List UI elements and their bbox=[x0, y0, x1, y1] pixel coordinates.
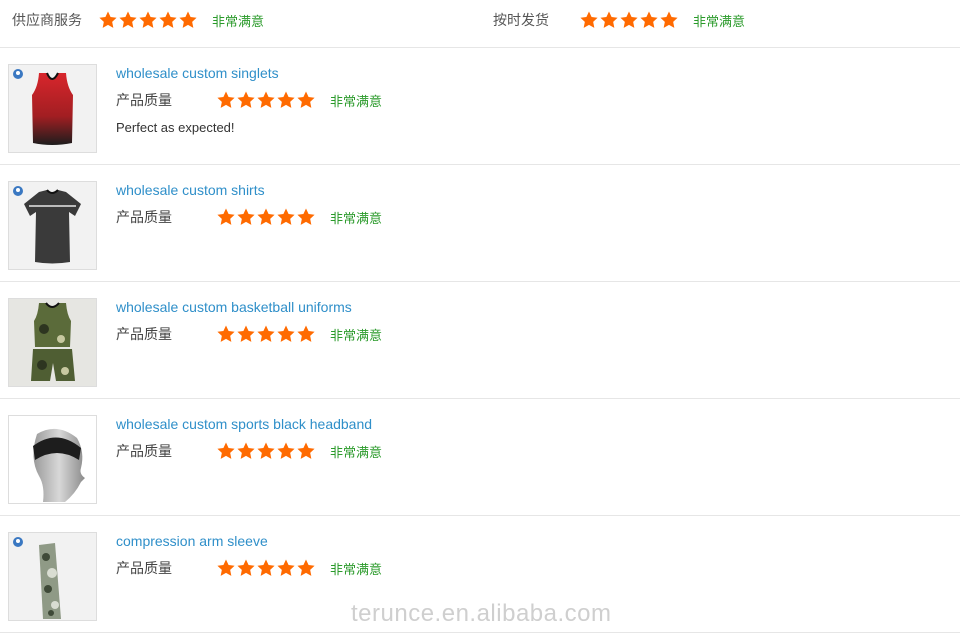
review-item: wholesale custom sports black headband 产… bbox=[0, 399, 960, 516]
rating-text: 非常满意 bbox=[693, 13, 746, 29]
star-icon bbox=[216, 324, 236, 344]
product-quality-rating: 产品质量 非常满意 bbox=[116, 558, 382, 578]
star-icon bbox=[276, 90, 296, 110]
product-thumbnail[interactable] bbox=[8, 181, 97, 270]
rating-text: 非常满意 bbox=[212, 13, 265, 29]
product-name-link[interactable]: wholesale custom basketball uniforms bbox=[116, 299, 352, 315]
on-time-delivery-rating: 按时发货 非常满意 bbox=[493, 10, 745, 30]
quality-label: 产品质量 bbox=[116, 92, 172, 108]
star-icon bbox=[276, 441, 296, 461]
star-rating bbox=[579, 10, 679, 30]
star-rating bbox=[216, 90, 316, 110]
rating-text: 非常满意 bbox=[330, 561, 383, 577]
star-icon bbox=[639, 10, 659, 30]
star-rating bbox=[216, 207, 316, 227]
star-icon bbox=[256, 90, 276, 110]
headband-image bbox=[9, 416, 96, 503]
product-quality-rating: 产品质量 非常满意 bbox=[116, 90, 382, 110]
star-icon bbox=[236, 441, 256, 461]
star-icon bbox=[276, 207, 296, 227]
quality-label: 产品质量 bbox=[116, 443, 172, 459]
star-icon bbox=[158, 10, 178, 30]
star-icon bbox=[256, 207, 276, 227]
star-icon bbox=[619, 10, 639, 30]
star-icon bbox=[236, 324, 256, 344]
star-rating bbox=[216, 324, 316, 344]
star-icon bbox=[216, 558, 236, 578]
product-name-link[interactable]: compression arm sleeve bbox=[116, 533, 268, 549]
review-item: wholesale custom basketball uniforms 产品质… bbox=[0, 282, 960, 399]
star-icon bbox=[579, 10, 599, 30]
star-icon bbox=[276, 558, 296, 578]
star-icon bbox=[256, 441, 276, 461]
product-name-link[interactable]: wholesale custom shirts bbox=[116, 182, 265, 198]
star-icon bbox=[138, 10, 158, 30]
star-icon bbox=[256, 558, 276, 578]
star-icon bbox=[178, 10, 198, 30]
star-icon bbox=[296, 558, 316, 578]
brand-logo-icon bbox=[13, 537, 23, 547]
brand-logo-icon bbox=[13, 69, 23, 79]
basketball-uniform-image bbox=[9, 299, 96, 386]
quality-label: 产品质量 bbox=[116, 326, 172, 342]
star-icon bbox=[216, 207, 236, 227]
star-icon bbox=[296, 441, 316, 461]
product-thumbnail[interactable] bbox=[8, 64, 97, 153]
star-icon bbox=[216, 441, 236, 461]
star-icon bbox=[256, 324, 276, 344]
product-name-link[interactable]: wholesale custom singlets bbox=[116, 65, 279, 81]
rating-text: 非常满意 bbox=[330, 210, 383, 226]
star-rating bbox=[216, 558, 316, 578]
star-icon bbox=[118, 10, 138, 30]
rating-summary: 供应商服务 非常满意 按时发货 非常满意 bbox=[0, 0, 960, 48]
product-thumbnail[interactable] bbox=[8, 532, 97, 621]
star-icon bbox=[216, 90, 236, 110]
star-icon bbox=[98, 10, 118, 30]
quality-label: 产品质量 bbox=[116, 560, 172, 576]
product-thumbnail[interactable] bbox=[8, 415, 97, 504]
quality-label: 产品质量 bbox=[116, 209, 172, 225]
star-icon bbox=[236, 558, 256, 578]
star-icon bbox=[236, 207, 256, 227]
on-time-delivery-label: 按时发货 bbox=[493, 12, 549, 28]
supplier-service-label: 供应商服务 bbox=[12, 12, 82, 28]
star-icon bbox=[276, 324, 296, 344]
supplier-service-rating: 供应商服务 非常满意 bbox=[12, 10, 264, 30]
product-name-link[interactable]: wholesale custom sports black headband bbox=[116, 416, 372, 432]
product-quality-rating: 产品质量 非常满意 bbox=[116, 207, 382, 227]
star-icon bbox=[599, 10, 619, 30]
review-comment: Perfect as expected! bbox=[116, 120, 235, 135]
rating-text: 非常满意 bbox=[330, 444, 383, 460]
star-icon bbox=[236, 90, 256, 110]
review-item: wholesale custom singlets 产品质量 非常满意 Perf… bbox=[0, 48, 960, 165]
star-rating bbox=[216, 441, 316, 461]
watermark: terunce.en.alibaba.com bbox=[351, 600, 612, 627]
star-icon bbox=[296, 324, 316, 344]
star-icon bbox=[296, 207, 316, 227]
review-item: wholesale custom shirts 产品质量 非常满意 bbox=[0, 165, 960, 282]
rating-text: 非常满意 bbox=[330, 93, 383, 109]
rating-text: 非常满意 bbox=[330, 327, 383, 343]
star-icon bbox=[296, 90, 316, 110]
product-quality-rating: 产品质量 非常满意 bbox=[116, 441, 382, 461]
product-quality-rating: 产品质量 非常满意 bbox=[116, 324, 382, 344]
star-rating bbox=[98, 10, 198, 30]
star-icon bbox=[659, 10, 679, 30]
product-thumbnail[interactable] bbox=[8, 298, 97, 387]
brand-logo-icon bbox=[13, 186, 23, 196]
review-list: wholesale custom singlets 产品质量 非常满意 Perf… bbox=[0, 48, 960, 633]
